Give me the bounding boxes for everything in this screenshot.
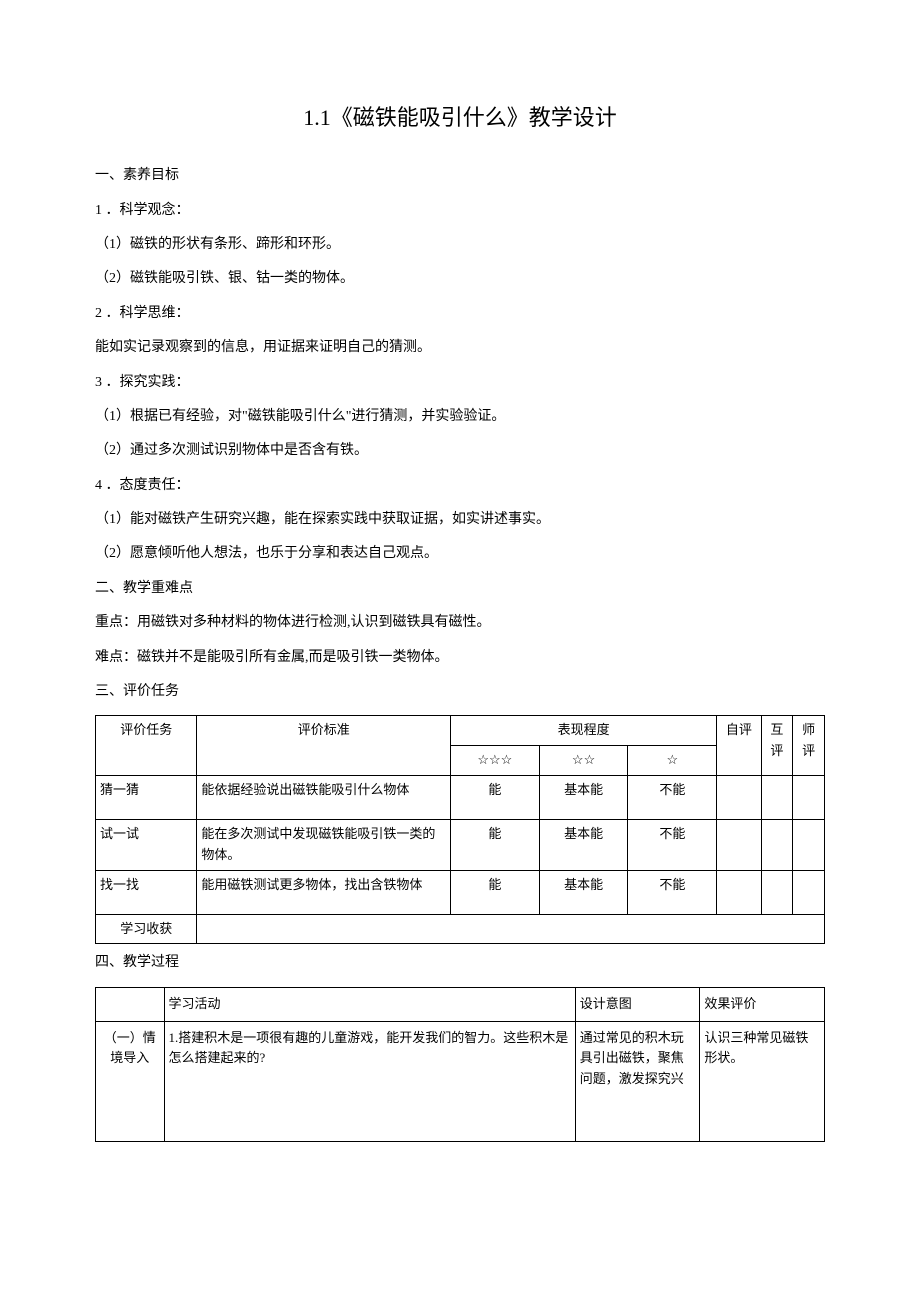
- cell-activity: 1.搭建积木是一项很有趣的儿童游戏，能开发我们的智力。这些积木是怎么搭建起来的?: [164, 1021, 575, 1141]
- cell-teacher: [793, 776, 825, 820]
- cell-self: [717, 870, 761, 914]
- sec1-item1-2: （2）磁铁能吸引铁、银、钴一类的物体。: [95, 268, 825, 290]
- cell-self: [717, 776, 761, 820]
- cell-std: 能在多次测试中发现磁铁能吸引铁一类的物体。: [197, 820, 451, 871]
- cell-task: 猜一猜: [96, 776, 197, 820]
- cell-task: 找一找: [96, 870, 197, 914]
- th-phase: [96, 987, 165, 1021]
- th-performance: 表现程度: [450, 716, 716, 746]
- cell-p2: 基本能: [539, 870, 628, 914]
- cell-self: [717, 820, 761, 871]
- sec1-item2-1: 能如实记录观察到的信息，用证据来证明自己的猜测。: [95, 337, 825, 359]
- cell-task: 试一试: [96, 820, 197, 871]
- th-activity: 学习活动: [164, 987, 575, 1021]
- cell-std: 能依据经验说出磁铁能吸引什么物体: [197, 776, 451, 820]
- table-row: 试一试 能在多次测试中发现磁铁能吸引铁一类的物体。 能 基本能 不能: [96, 820, 825, 871]
- sec1-heading: 一、素养目标: [95, 165, 825, 187]
- sec1-item4: 4 ．态度责任：: [95, 475, 825, 497]
- cell-p2: 基本能: [539, 820, 628, 871]
- sec3-heading: 三、评价任务: [95, 681, 825, 703]
- page-title: 1.1《磁铁能吸引什么》教学设计: [95, 100, 825, 135]
- sec1-item2: 2 ．科学思维：: [95, 303, 825, 325]
- sec1-item1-1: （1）磁铁的形状有条形、蹄形和环形。: [95, 234, 825, 256]
- cell-peer: [761, 776, 793, 820]
- cell-std: 能用磁铁测试更多物体，找出含铁物体: [197, 870, 451, 914]
- cell-gain-value: [197, 914, 825, 944]
- table-row: （一）情境导入 1.搭建积木是一项很有趣的儿童游戏，能开发我们的智力。这些积木是…: [96, 1021, 825, 1141]
- sec1-item4-2: （2）愿意倾听他人想法，也乐于分享和表达自己观点。: [95, 543, 825, 565]
- sec4-heading: 四、教学过程: [95, 952, 825, 974]
- cell-teacher: [793, 870, 825, 914]
- th-task: 评价任务: [96, 716, 197, 776]
- cell-p3: 不能: [628, 820, 717, 871]
- th-peer: 互评: [761, 716, 793, 776]
- cell-p2: 基本能: [539, 776, 628, 820]
- sec1-item3: 3 ．探究实践：: [95, 372, 825, 394]
- cell-phase: （一）情境导入: [96, 1021, 165, 1141]
- evaluation-task-table: 评价任务 评价标准 表现程度 自评 互评 师评 ☆☆☆ ☆☆ ☆ 猜一猜 能依据…: [95, 715, 825, 944]
- sec2-line2: 难点：磁铁并不是能吸引所有金属,而是吸引铁一类物体。: [95, 647, 825, 669]
- table-row: 找一找 能用磁铁测试更多物体，找出含铁物体 能 基本能 不能: [96, 870, 825, 914]
- sec2-line1: 重点：用磁铁对多种材料的物体进行检测,认识到磁铁具有磁性。: [95, 612, 825, 634]
- cell-teacher: [793, 820, 825, 871]
- cell-p3: 不能: [628, 870, 717, 914]
- cell-eval: 认识三种常见磁铁形状。: [700, 1021, 825, 1141]
- sec1-item4-1: （1）能对磁铁产生研究兴趣，能在探索实践中获取证据，如实讲述事实。: [95, 509, 825, 531]
- table-row: 学习收获: [96, 914, 825, 944]
- table-row: 学习活动 设计意图 效果评价: [96, 987, 825, 1021]
- th-eval: 效果评价: [700, 987, 825, 1021]
- sec1-item1: 1 ．科学观念：: [95, 200, 825, 222]
- sec1-item3-1: （1）根据已有经验，对"磁铁能吸引什么"进行猜测，并实验验证。: [95, 406, 825, 428]
- th-star1: ☆: [628, 746, 717, 776]
- th-star2: ☆☆: [539, 746, 628, 776]
- cell-p1: 能: [450, 776, 539, 820]
- th-intent: 设计意图: [575, 987, 700, 1021]
- sec1-item3-2: （2）通过多次测试识别物体中是否含有铁。: [95, 440, 825, 462]
- cell-p1: 能: [450, 820, 539, 871]
- teaching-process-table: 学习活动 设计意图 效果评价 （一）情境导入 1.搭建积木是一项很有趣的儿童游戏…: [95, 987, 825, 1142]
- cell-intent: 通过常见的积木玩具引出磁铁，聚焦问题，激发探究兴: [575, 1021, 700, 1141]
- th-standard: 评价标准: [197, 716, 451, 776]
- cell-p3: 不能: [628, 776, 717, 820]
- th-star3: ☆☆☆: [450, 746, 539, 776]
- cell-peer: [761, 870, 793, 914]
- cell-peer: [761, 820, 793, 871]
- table-row: 猜一猜 能依据经验说出磁铁能吸引什么物体 能 基本能 不能: [96, 776, 825, 820]
- th-self: 自评: [717, 716, 761, 776]
- cell-p1: 能: [450, 870, 539, 914]
- cell-gain-label: 学习收获: [96, 914, 197, 944]
- sec2-heading: 二、教学重难点: [95, 578, 825, 600]
- th-teacher: 师评: [793, 716, 825, 776]
